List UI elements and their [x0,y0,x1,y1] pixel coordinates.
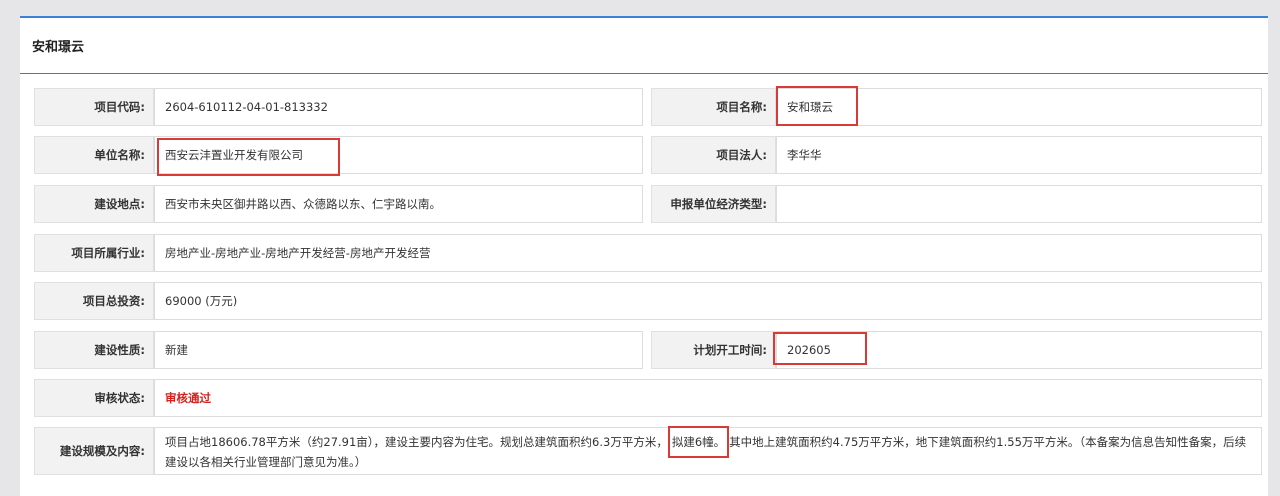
review-status-label: 审核状态: [34,379,154,417]
economic-type-value [776,185,1262,223]
unit-name-value: 西安云沣置业开发有限公司 [154,136,643,174]
project-code-label: 项目代码: [34,88,154,126]
review-status-value: 审核通过 [154,379,1262,417]
row-total-investment: 项目总投资: 69000 (万元) [34,282,1262,320]
location-label: 建设地点: [34,185,154,223]
project-info-card: 安和璟云 项目代码: 2604-610112-04-01-813332 项目名称… [20,16,1268,496]
row-unit-name: 单位名称: 西安云沣置业开发有限公司 项目法人: 李华华 [34,136,1262,174]
total-investment-label: 项目总投资: [34,282,154,320]
scale-label: 建设规模及内容: [34,427,154,475]
project-code-value: 2604-610112-04-01-813332 [154,88,643,126]
card-title: 安和璟云 [32,40,85,55]
row-project-code: 项目代码: 2604-610112-04-01-813332 项目名称: 安和璟… [34,88,1262,126]
location-value: 西安市未央区御井路以西、众德路以东、仁宇路以南。 [154,185,643,223]
legal-person-label: 项目法人: [651,136,776,174]
nature-label: 建设性质: [34,331,154,369]
start-time-label: 计划开工时间: [651,331,776,369]
card-header: 安和璟云 [20,18,1268,74]
row-scale: 建设规模及内容: 项目占地18606.78平方米（约27.91亩），建设主要内容… [34,426,1262,475]
row-review-status: 审核状态: 审核通过 [34,379,1262,417]
scale-value: 项目占地18606.78平方米（约27.91亩），建设主要内容为住宅。规划总建筑… [154,426,1262,475]
scale-text-part1: 项目占地18606.78平方米（约27.91亩），建设主要内容为住宅。规划总建筑… [165,435,668,449]
total-investment-value: 69000 (万元) [154,282,1262,320]
nature-value: 新建 [154,331,643,369]
project-name-label: 项目名称: [651,88,776,126]
scale-text-highlight: 拟建6幢。 [667,426,730,458]
industry-value: 房地产业-房地产业-房地产开发经营-房地产开发经营 [154,234,1262,272]
row-location: 建设地点: 西安市未央区御井路以西、众德路以东、仁宇路以南。 申报单位经济类型: [34,185,1262,223]
industry-label: 项目所属行业: [34,234,154,272]
row-industry: 项目所属行业: 房地产业-房地产业-房地产开发经营-房地产开发经营 [34,234,1262,272]
economic-type-label: 申报单位经济类型: [651,185,776,223]
unit-name-label: 单位名称: [34,136,154,174]
project-name-value: 安和璟云 [776,88,1262,126]
start-time-value: 202605 [776,331,1262,369]
legal-person-value: 李华华 [776,136,1262,174]
row-nature: 建设性质: 新建 计划开工时间: 202605 [34,331,1262,369]
